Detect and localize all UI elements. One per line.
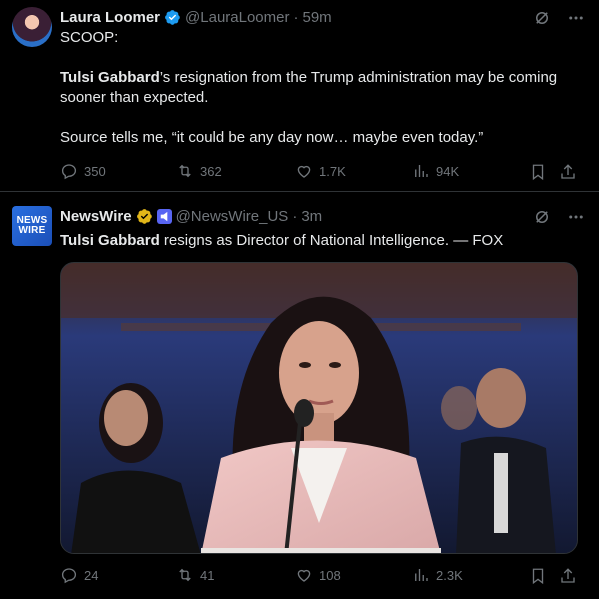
views-button[interactable]: 2.3K	[412, 566, 463, 584]
view-count: 94K	[436, 163, 460, 179]
tweet-text: Tulsi Gabbard resigns as Director of Nat…	[60, 231, 580, 251]
retweet-icon	[179, 568, 191, 582]
retweet-count: 41	[200, 567, 215, 583]
tweet-line: Tulsi Gabbard’s resignation from the Tru…	[60, 68, 580, 108]
retweet-button[interactable]: 41	[176, 566, 214, 584]
views-icon	[415, 165, 428, 177]
avatar[interactable]	[12, 7, 52, 47]
tweet-laura-loomer[interactable]: Laura Loomer @LauraLoomer · 59m SCOOP: T…	[0, 0, 599, 192]
reply-icon	[61, 568, 77, 584]
bold-name: Tulsi Gabbard	[60, 232, 160, 249]
more-options-icon[interactable]	[567, 208, 585, 226]
views-icon	[415, 569, 428, 581]
reply-button[interactable]: 350	[60, 162, 106, 180]
bookmark-icon[interactable]	[529, 567, 547, 585]
author-name[interactable]: NewsWire	[60, 208, 132, 225]
affiliate-badge-icon	[156, 208, 172, 224]
action-bar: 350 362 1.7K 94K	[60, 162, 584, 182]
like-count: 108	[319, 567, 341, 583]
grok-icon[interactable]	[533, 9, 551, 27]
timestamp[interactable]: 3m	[301, 208, 322, 225]
tweet-text-rest: resigns as Director of National Intellig…	[159, 232, 504, 249]
share-icon[interactable]	[559, 163, 577, 181]
retweet-icon	[179, 164, 191, 178]
like-button[interactable]: 1.7K	[295, 162, 346, 180]
bold-name: Tulsi Gabbard	[60, 69, 160, 86]
tweet-text: SCOOP: Tulsi Gabbard’s resignation from …	[60, 28, 580, 148]
more-options-icon[interactable]	[567, 9, 585, 27]
share-icon[interactable]	[559, 567, 577, 585]
separator-dot: ·	[292, 207, 298, 225]
verified-badge-icon	[165, 9, 180, 25]
reply-button[interactable]: 24	[60, 566, 98, 584]
tweet-line: SCOOP:	[60, 29, 119, 46]
retweet-button[interactable]: 362	[176, 162, 222, 180]
tweet-header: NewsWire @NewsWire_US · 3m	[60, 206, 322, 226]
like-button[interactable]: 108	[295, 566, 341, 584]
reply-count: 24	[84, 567, 99, 583]
like-count: 1.7K	[319, 163, 346, 179]
author-name[interactable]: Laura Loomer	[60, 9, 160, 26]
timestamp[interactable]: 59m	[302, 9, 331, 26]
tweet-header: Laura Loomer @LauraLoomer · 59m	[60, 7, 332, 27]
retweet-count: 362	[200, 163, 222, 179]
action-bar: 24 41 108 2.3K	[60, 566, 584, 586]
avatar[interactable]: NEWS WIRE	[12, 206, 52, 246]
heart-icon	[297, 165, 311, 178]
heart-icon	[297, 569, 311, 582]
tweet-photo[interactable]	[60, 262, 578, 554]
author-handle[interactable]: @LauraLoomer	[185, 9, 289, 26]
reply-icon	[61, 164, 77, 180]
avatar-logo-text: WIRE	[18, 225, 46, 236]
tweet-line: Source tells me, “it could be any day no…	[60, 129, 484, 146]
reply-count: 350	[84, 163, 106, 179]
photo-image	[61, 263, 577, 553]
bookmark-icon[interactable]	[529, 163, 547, 181]
view-count: 2.3K	[436, 567, 463, 583]
separator-dot: ·	[293, 8, 299, 26]
grok-icon[interactable]	[533, 208, 551, 226]
author-handle[interactable]: @NewsWire_US	[176, 208, 289, 225]
views-button[interactable]: 94K	[412, 162, 459, 180]
verified-gold-badge-icon	[136, 208, 152, 224]
